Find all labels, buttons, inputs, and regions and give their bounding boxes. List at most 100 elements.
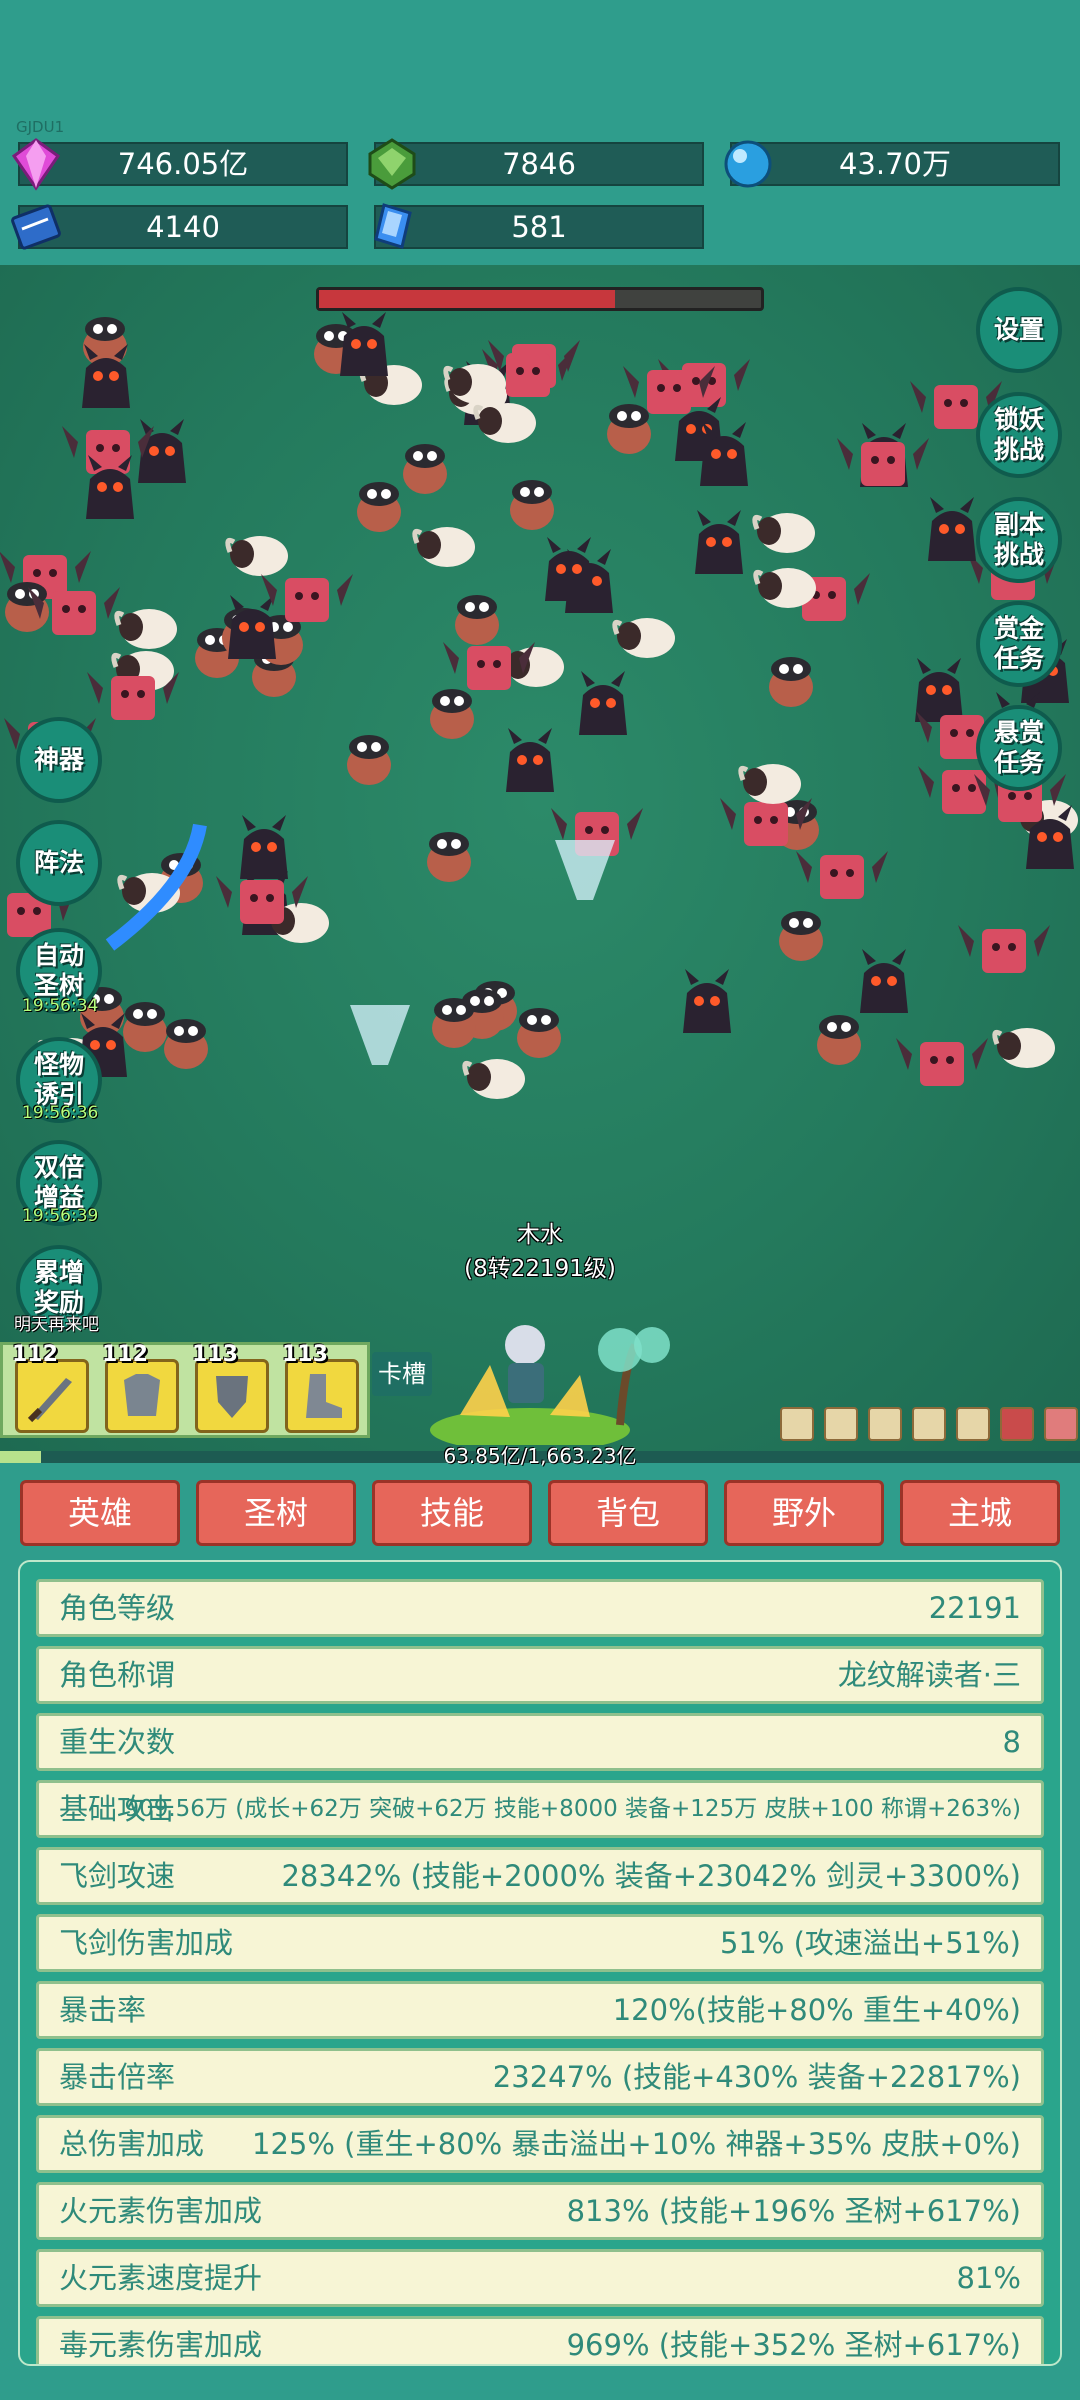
monster-bird — [432, 998, 476, 1048]
monster-sheep — [473, 403, 536, 443]
gem-green-icon — [368, 138, 416, 190]
equip-slot-weapon[interactable]: 112 — [12, 1342, 89, 1433]
stat-row-sword-speed: 飞剑攻速 28342% (技能+2000% 装备+23042% 剑灵+3300%) — [36, 1847, 1044, 1905]
monster-bird — [510, 480, 554, 530]
monster-sheep — [612, 618, 675, 658]
monster-sheep — [462, 1059, 525, 1099]
buff-icon-2 — [824, 1407, 858, 1441]
monster-cube — [261, 574, 353, 622]
stat-row-title: 角色称谓 龙纹解读者·三 — [36, 1646, 1044, 1704]
stat-row-total-damage: 总伤害加成 125% (重生+80% 暴击溢出+10% 神器+35% 皮肤+0%) — [36, 2115, 1044, 2173]
monster-sheep — [501, 647, 564, 687]
tab-backpack[interactable]: 背包 — [548, 1480, 708, 1546]
artifact-button[interactable]: 神器 — [16, 717, 102, 803]
monster-bird — [347, 735, 391, 785]
dungeon-challenge-button[interactable]: 副本 挑战 — [976, 497, 1062, 583]
buff-icon-5 — [956, 1407, 990, 1441]
monster-lure-timer: 19:56:36 — [22, 1103, 99, 1123]
resource-orb: 43.70万 — [724, 140, 1060, 188]
monster-sheep — [738, 764, 801, 804]
settings-button[interactable]: 设置 — [976, 287, 1062, 373]
monster-demon — [695, 510, 743, 574]
monster-bird — [430, 689, 474, 739]
monster-bird — [427, 832, 471, 882]
stat-row-sword-damage: 飞剑伤害加成 51% (攻速溢出+51%) — [36, 1914, 1044, 1972]
monster-bird — [779, 911, 823, 961]
tab-skills[interactable]: 技能 — [372, 1480, 532, 1546]
bounty-task-button[interactable]: 赏金 任务 — [976, 601, 1062, 687]
cumulative-reward-status: 明天再来吧 — [14, 1315, 99, 1335]
main-tabs: 英雄 圣树 技能 背包 野外 主城 — [0, 1468, 1080, 1560]
monster-demon — [545, 537, 593, 601]
monster-cube — [958, 925, 1050, 973]
hero-stats-panel[interactable]: 角色等级 22191 角色称谓 龙纹解读者·三 重生次数 8 基础攻击 909.56万 … — [18, 1560, 1062, 2366]
hero-sprite — [430, 1325, 670, 1445]
monster-bird — [517, 1008, 561, 1058]
stat-row-crit-multiplier: 暴击倍率 23247% (技能+430% 装备+22817%) — [36, 2048, 1044, 2106]
tab-hero[interactable]: 英雄 — [20, 1480, 180, 1546]
resource-book: 4140 — [11, 204, 348, 250]
resource-jade: 7846 — [368, 138, 704, 190]
resource-diamond: 746.05亿 — [11, 138, 348, 191]
monster-sheep — [992, 1028, 1055, 1068]
tab-main-city[interactable]: 主城 — [900, 1480, 1060, 1546]
hero-level: (8转22191级) — [464, 1256, 616, 1282]
crystal-icon — [374, 203, 412, 249]
stat-row-base-attack: 基础攻击 909.56万 (成长+62万 突破+62万 技能+8000 装备+12… — [36, 1780, 1044, 1838]
book-icon — [11, 204, 61, 250]
monster-bird — [123, 1002, 167, 1052]
monster-cube — [837, 438, 929, 486]
hero-name: 木水 — [517, 1222, 563, 1248]
demon-challenge-button[interactable]: 锁妖 挑战 — [976, 392, 1062, 478]
monster-demon — [860, 949, 908, 1013]
build-tag: GJDU1 — [16, 118, 65, 136]
tab-sacred-tree[interactable]: 圣树 — [196, 1480, 356, 1546]
stat-row-fire-speed: 火元素速度提升 81% — [36, 2249, 1044, 2307]
equip-slot-boots[interactable]: 113 — [282, 1342, 359, 1433]
monster-demon — [240, 815, 288, 879]
monster-demon — [915, 658, 963, 722]
monster-sheep — [225, 536, 288, 576]
sword-icon — [27, 1378, 72, 1423]
tab-wild[interactable]: 野外 — [724, 1480, 884, 1546]
monster-bird — [164, 1019, 208, 1069]
tornado-effect — [350, 1005, 410, 1065]
monster-bird — [403, 444, 447, 494]
battle-field[interactable]: 设置 锁妖 挑战 副本 挑战 赏金 任务 悬赏 任务 神器 阵法 自动 圣树 1… — [0, 265, 1080, 1452]
equip-slot-shield[interactable]: 113 — [192, 1342, 269, 1433]
buff-icon-6 — [1000, 1407, 1034, 1441]
auto-tree-timer: 19:56:34 — [22, 996, 99, 1016]
equipment-bar: 112 112 113 113 — [0, 1342, 370, 1438]
monster-sheep — [412, 527, 475, 567]
monster-demon — [700, 422, 748, 486]
monster-cube — [796, 851, 888, 899]
buff-icon-1 — [780, 1407, 814, 1441]
equip-slot-armor[interactable]: 112 — [102, 1342, 179, 1433]
monster-demon — [228, 595, 276, 659]
buff-icon-3 — [868, 1407, 902, 1441]
resource-crystal: 581 — [374, 203, 704, 249]
boots-icon — [306, 1374, 342, 1418]
monster-bird — [357, 482, 401, 532]
card-slot-button[interactable]: 卡槽 — [372, 1352, 432, 1396]
monster-demon — [928, 497, 976, 561]
resource-header: GJDU1 746.05亿 7846 43.70万 4140 581 — [0, 0, 1080, 265]
monster-demon — [579, 671, 627, 735]
monster-cube — [896, 1038, 988, 1086]
monster-demon — [683, 969, 731, 1033]
hero-label: 木水 (8转22191级) — [430, 1215, 650, 1283]
reward-task-button[interactable]: 悬赏 任务 — [976, 705, 1062, 791]
gem-purple-icon — [11, 138, 61, 191]
experience-text: 63.85亿/1,663.23亿 — [443, 1444, 637, 1468]
monster-demon — [138, 419, 186, 483]
stat-row-poison-damage: 毒元素伤害加成 969% (技能+352% 圣树+617%) — [36, 2316, 1044, 2364]
monster-bird — [769, 657, 813, 707]
monster-demon — [506, 728, 554, 792]
shield-icon — [216, 1376, 248, 1418]
stat-row-fire-damage: 火元素伤害加成 813% (技能+196% 圣树+617%) — [36, 2182, 1044, 2240]
stat-row-level: 角色等级 22191 — [36, 1579, 1044, 1637]
monster-sheep — [752, 513, 815, 553]
monster-sheep — [114, 609, 177, 649]
formation-button[interactable]: 阵法 — [16, 820, 102, 906]
monster-bird — [455, 595, 499, 645]
